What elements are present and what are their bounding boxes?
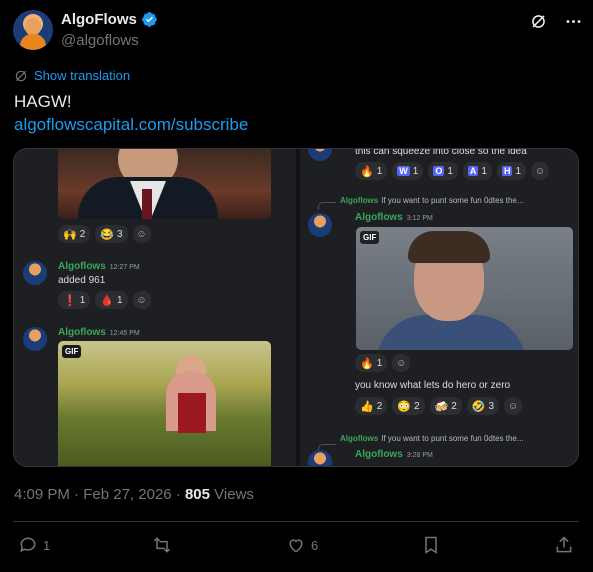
reaction-chip[interactable]: A1 <box>462 162 492 180</box>
like-button[interactable]: 6 <box>286 535 318 555</box>
like-count: 6 <box>311 537 319 553</box>
grok-icon[interactable] <box>529 12 548 31</box>
reactions-row: 👍 2 😳 2 🍻 2 🤣 3 ☺ <box>355 397 523 415</box>
reaction-chip[interactable]: W1 <box>392 162 424 180</box>
views-count: 805 <box>184 486 210 503</box>
message-text: this can squeeze into close so the idea <box>355 148 527 157</box>
header-actions <box>529 12 583 31</box>
reaction-chip[interactable]: ❗ 1 <box>58 291 91 309</box>
reaction-chip[interactable]: 🩸 1 <box>95 291 128 309</box>
author-name[interactable]: AlgoFlows <box>61 11 137 28</box>
author-name-row[interactable]: AlgoFlows <box>61 11 158 28</box>
reply-preview[interactable]: Algoflows If you want to punt some fun 0d… <box>340 196 524 205</box>
author-handle[interactable]: @algoflows <box>61 32 139 49</box>
tweet-date[interactable]: Feb 27, 2026 <box>83 486 171 503</box>
repost-icon <box>153 537 171 553</box>
message-author: Algoflows 3:12 PM <box>355 212 433 223</box>
globe-icon <box>15 70 27 81</box>
message-avatar <box>23 261 47 285</box>
bookmark-icon <box>425 536 437 554</box>
add-reaction-icon[interactable]: ☺ <box>132 291 151 309</box>
reactions-row: 🙌 2 😂 3 ☺ <box>58 225 151 243</box>
tweet-meta: 4:09 PM · Feb 27, 2026 · 805 Views <box>14 486 254 503</box>
message-author: Algoflows 3:28 PM <box>355 449 433 460</box>
reaction-chip[interactable]: O1 <box>428 162 458 180</box>
heart-icon <box>289 539 303 553</box>
message-author: Algoflows 12:45 PM <box>58 327 140 338</box>
reaction-chip[interactable]: 😳 2 <box>392 397 425 415</box>
reaction-chip[interactable]: 👍 2 <box>355 397 388 415</box>
reply-connector <box>318 202 336 210</box>
tweet-header: AlgoFlows @algoflows <box>13 10 583 54</box>
show-translation-link[interactable]: Show translation <box>14 68 130 83</box>
add-reaction-icon[interactable]: ☺ <box>392 354 411 372</box>
reaction-chip[interactable]: H1 <box>496 162 527 180</box>
meditating-man-gif: GIF <box>58 341 271 466</box>
more-icon[interactable] <box>564 12 583 31</box>
divider <box>13 521 579 522</box>
reply-icon <box>20 537 36 553</box>
reactions-row: 🔥 1 ☺ <box>355 354 411 372</box>
reply-preview[interactable]: Algoflows If you want to punt some fun 0d… <box>340 434 524 443</box>
share-button[interactable] <box>554 535 574 555</box>
tweet-time[interactable]: 4:09 PM <box>14 486 70 503</box>
message-text: you know what lets do hero or zero <box>355 380 511 391</box>
gif-badge: GIF <box>62 345 82 358</box>
discord-screenshot-left: 🙌 2 😂 3 ☺ Algoflows 12:27 PM added 961 ❗ 1 🩸… <box>14 149 296 466</box>
message-avatar <box>308 213 332 237</box>
reactions-row: 🔥 1 W1 O1 A1 H1 ☺ <box>355 162 550 180</box>
suit-man-image <box>58 149 271 219</box>
bookmark-button[interactable] <box>421 535 441 555</box>
discord-screenshot-right: this can squeeze into close so the idea … <box>300 148 578 466</box>
tweet-link[interactable]: algoflowscapital.com/subscribe <box>14 115 248 135</box>
message-author: Algoflows 12:27 PM <box>58 261 140 272</box>
message-avatar <box>308 450 332 466</box>
smirking-man-gif: GIF <box>356 227 573 350</box>
views-label: Views <box>214 486 254 503</box>
reaction-chip[interactable]: 🙌 2 <box>58 225 91 243</box>
reactions-row: ❗ 1 🩸 1 ☺ <box>58 291 151 309</box>
message-avatar <box>23 327 47 351</box>
gif-badge: GIF <box>360 231 380 244</box>
message-avatar <box>308 149 332 161</box>
message-text: added 961 <box>58 275 106 286</box>
reaction-chip[interactable]: 🔥 1 <box>355 354 388 372</box>
repost-button[interactable] <box>152 535 177 555</box>
reaction-chip[interactable]: 😂 3 <box>95 225 128 243</box>
action-bar: 1 6 <box>18 535 574 557</box>
verified-badge-icon <box>141 12 157 27</box>
show-translation-label[interactable]: Show translation <box>34 68 130 83</box>
share-icon <box>556 536 572 553</box>
tweet-media[interactable]: 🙌 2 😂 3 ☺ Algoflows 12:27 PM added 961 ❗ 1 🩸… <box>13 148 579 467</box>
reply-count: 1 <box>43 537 51 553</box>
reaction-chip[interactable]: 🤣 3 <box>466 397 500 415</box>
reaction-chip[interactable]: 🔥 1 <box>355 162 388 180</box>
add-reaction-icon[interactable]: ☺ <box>531 162 550 180</box>
author-avatar[interactable] <box>13 10 53 50</box>
reaction-chip[interactable]: 🍻 2 <box>429 397 462 415</box>
add-reaction-icon[interactable]: ☺ <box>132 225 151 243</box>
add-reaction-icon[interactable]: ☺ <box>504 397 523 415</box>
reply-button[interactable]: 1 <box>18 535 50 555</box>
tweet-text: HAGW! <box>14 92 72 111</box>
